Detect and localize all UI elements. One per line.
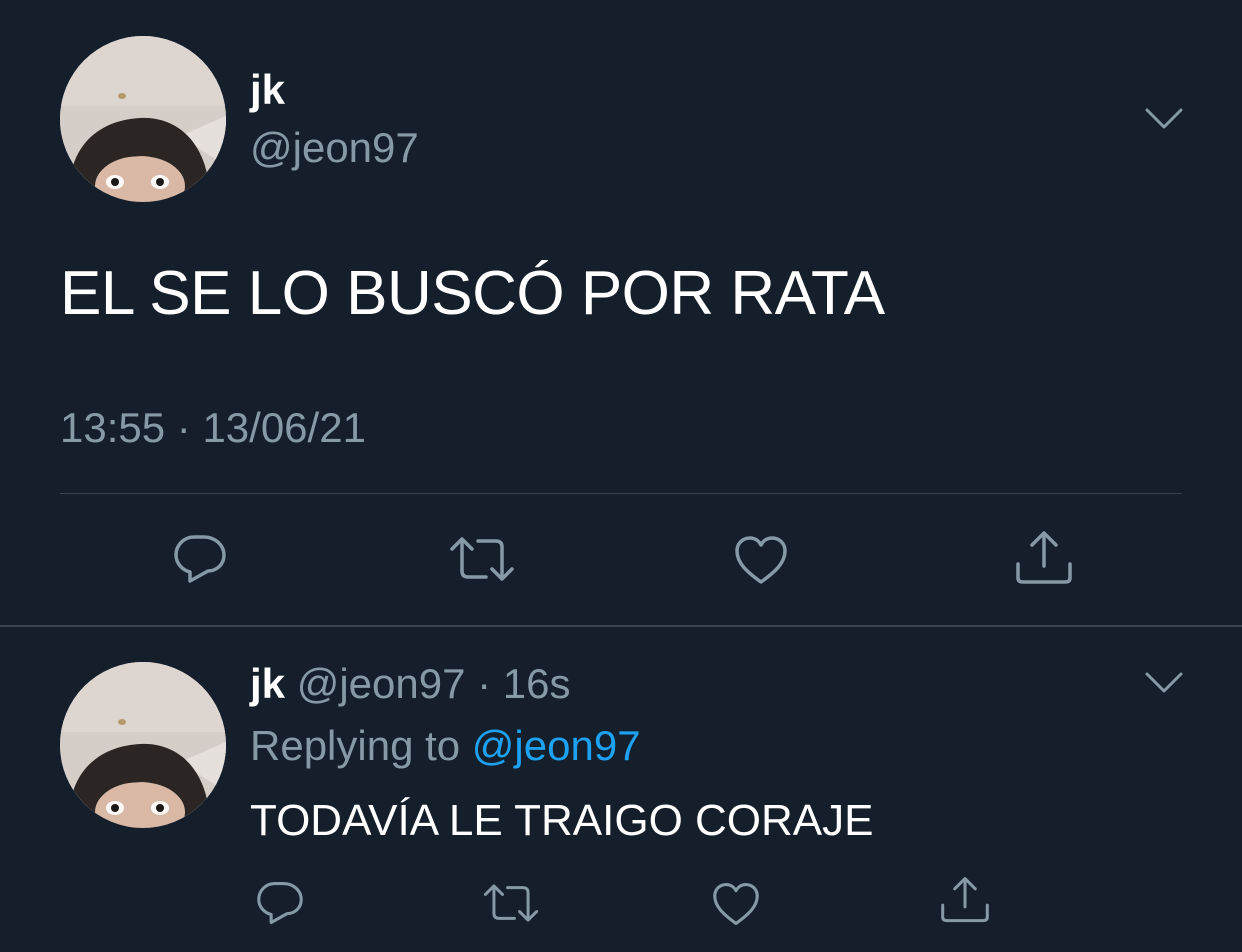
tweet-timestamp: 13:55 · 13/06/21 <box>60 404 366 452</box>
like-button[interactable] <box>733 534 789 586</box>
avatar[interactable] <box>60 662 226 828</box>
retweet-arrows-icon <box>483 884 539 922</box>
chevron-down-icon[interactable] <box>1144 670 1184 696</box>
tweet-time: 13:55 <box>60 404 166 451</box>
speech-bubble-icon <box>174 535 226 583</box>
display-name[interactable]: jk <box>250 66 285 114</box>
heart-icon <box>735 536 787 584</box>
replying-to: Replying to @jeon97 <box>250 722 641 770</box>
reply-button[interactable] <box>255 880 305 926</box>
heart-icon <box>713 882 759 926</box>
retweet-arrows-icon <box>450 537 514 581</box>
tweet-text: TODAVÍA LE TRAIGO CORAJE <box>250 796 874 845</box>
reply-header: jk @jeon97 · 16s <box>250 660 571 708</box>
user-handle[interactable]: @jeon97 <box>250 124 419 172</box>
like-button[interactable] <box>711 881 761 927</box>
replying-prefix: Replying to <box>250 722 461 769</box>
meta-separator: · <box>176 404 203 451</box>
tweet-age: 16s <box>502 660 571 707</box>
avatar-photo <box>60 662 226 828</box>
display-name[interactable]: jk <box>250 660 285 707</box>
avatar-photo <box>60 36 226 202</box>
user-handle[interactable]: @jeon97 <box>297 660 466 707</box>
meta-separator: · <box>465 660 503 707</box>
retweet-button[interactable] <box>448 535 516 583</box>
retweet-button[interactable] <box>482 882 540 924</box>
avatar[interactable] <box>60 36 226 202</box>
share-button[interactable] <box>1015 530 1073 586</box>
share-upload-icon <box>941 877 989 923</box>
speech-bubble-icon <box>257 881 303 925</box>
reply-button[interactable] <box>172 533 228 585</box>
share-upload-icon <box>1016 531 1072 584</box>
share-button[interactable] <box>940 876 990 924</box>
main-tweet: jk @jeon97 EL SE LO BUSCÓ POR RATA 13:55… <box>0 0 1242 625</box>
mention-link[interactable]: @jeon97 <box>472 722 641 769</box>
divider <box>60 493 1182 494</box>
tweet-date: 13/06/21 <box>202 404 366 451</box>
tweet-detail-screen: jk @jeon97 EL SE LO BUSCÓ POR RATA 13:55… <box>0 0 1242 952</box>
tweet-text: EL SE LO BUSCÓ POR RATA <box>60 259 885 328</box>
tweet-separator <box>0 625 1242 627</box>
chevron-down-icon[interactable] <box>1144 106 1184 132</box>
